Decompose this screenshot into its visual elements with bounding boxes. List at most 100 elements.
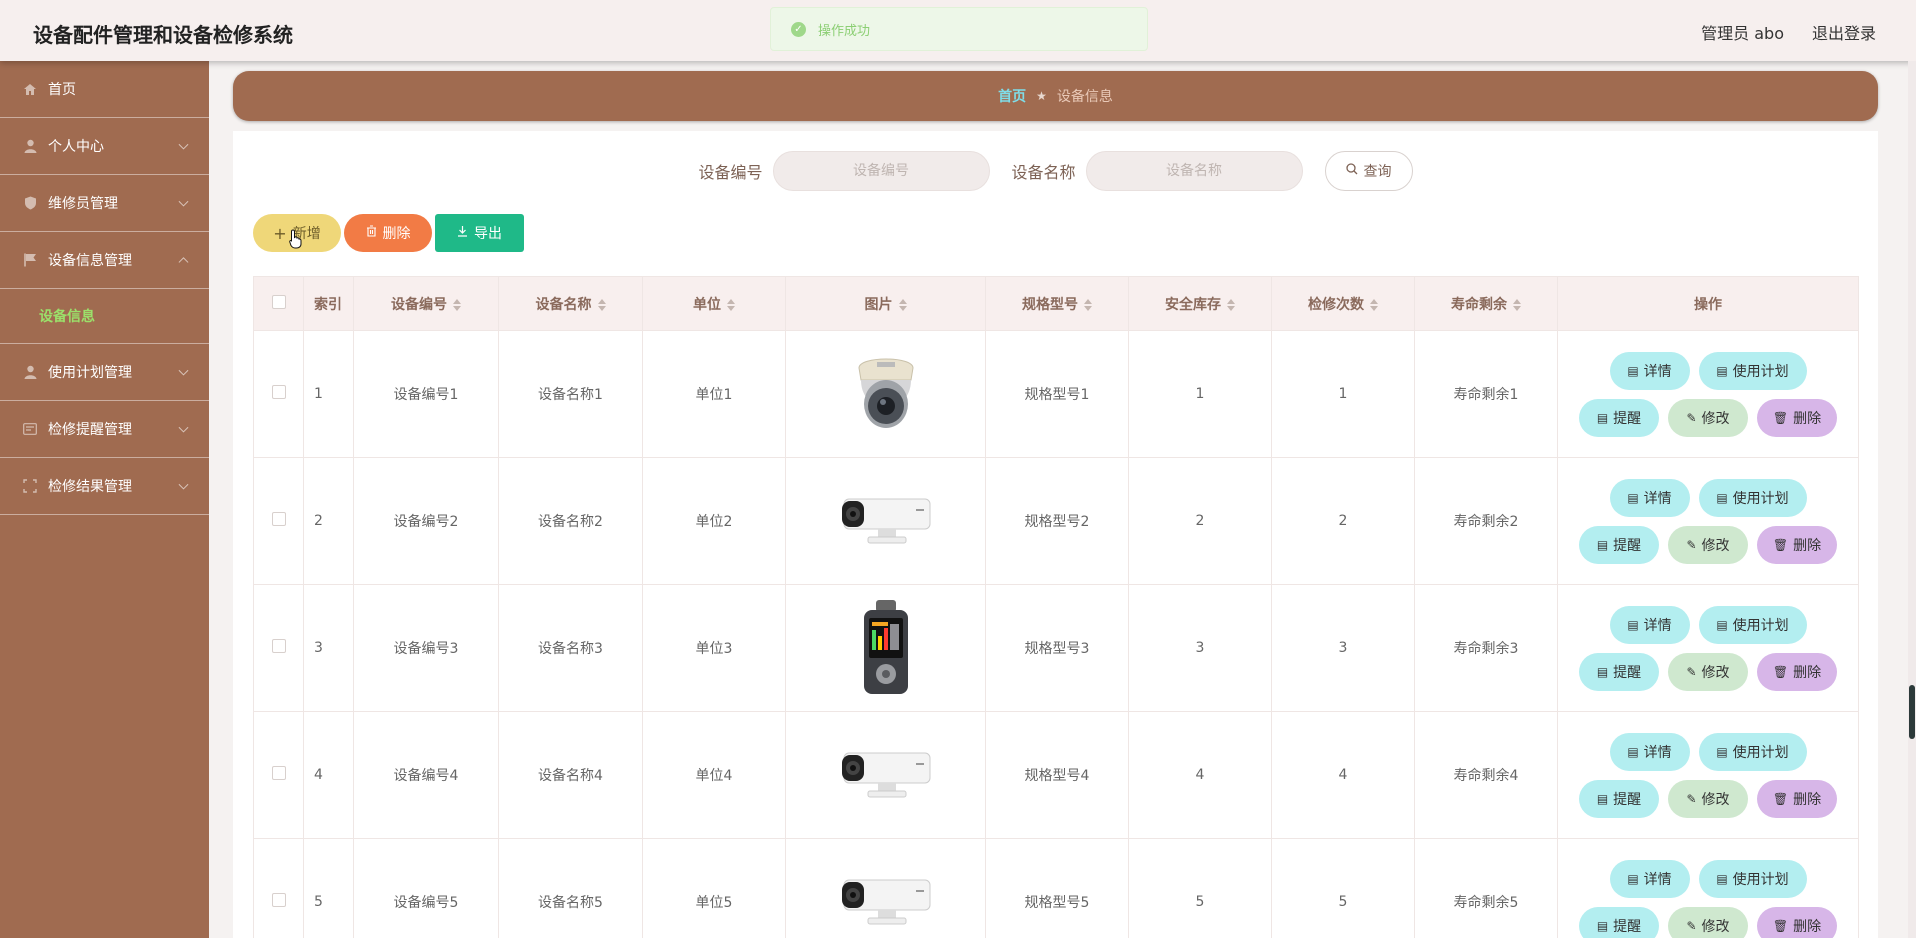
device-image[interactable] (836, 598, 936, 698)
usage-plan-button[interactable]: ▤ 使用计划 (1698, 351, 1807, 390)
row-checkbox[interactable] (271, 766, 286, 780)
chevron-down-icon (178, 422, 189, 433)
header-code[interactable]: 设备编号 (353, 276, 499, 331)
edit-button[interactable]: ✎ 修改 (1668, 906, 1748, 938)
header-name[interactable]: 设备名称 (498, 276, 643, 331)
device-image[interactable] (836, 344, 936, 444)
header-unit[interactable]: 单位 (642, 276, 786, 331)
sort-icon[interactable] (898, 298, 907, 311)
edit-button[interactable]: ✎ 修改 (1668, 779, 1748, 818)
detail-button[interactable]: ▤ 详情 (1609, 605, 1690, 644)
table-row: 1 设备编号1 设备名称1 单位1 规格型号1 1 1 寿命剩余1 ▤ 详情 ▤ 使用计划 ▤ 提醒 ✎ 修改… (253, 330, 1859, 458)
device-name-input[interactable] (1085, 151, 1303, 191)
app-title: 设备配件管理和设备检修系统 (33, 23, 293, 47)
remind-button[interactable]: ▤ 提醒 (1579, 398, 1659, 437)
sidebar-item-repair-reminder[interactable]: 检修提醒管理 (0, 401, 209, 458)
header-model[interactable]: 规格型号 (985, 276, 1129, 331)
select-all-checkbox[interactable] (271, 294, 286, 309)
export-button[interactable]: 导出 (435, 214, 524, 252)
delete-button[interactable]: 🗑 删除 (1757, 779, 1837, 818)
header-repairs[interactable]: 检修次数 (1271, 276, 1415, 331)
page-scrollbar[interactable] (1908, 61, 1916, 938)
sort-icon[interactable] (1513, 298, 1521, 311)
breadcrumb-home[interactable]: 首页 (998, 86, 1026, 106)
usage-plan-button[interactable]: ▤ 使用计划 (1698, 478, 1807, 517)
cell-repairs: 1 (1271, 330, 1415, 458)
logout-link[interactable]: 退出登录 (1812, 20, 1876, 44)
sort-icon[interactable] (1227, 298, 1235, 311)
select-all-cell[interactable] (253, 276, 304, 331)
detail-button[interactable]: ▤ 详情 (1609, 478, 1690, 517)
delete-button[interactable]: 🗑 删除 (1757, 906, 1837, 938)
check-circle-icon: ✓ (791, 21, 806, 37)
add-button[interactable]: + 新增 (253, 214, 341, 252)
sidebar-item-profile[interactable]: 个人中心 (0, 118, 209, 175)
usage-plan-button[interactable]: ▤ 使用计划 (1698, 732, 1807, 771)
cell-image (785, 330, 986, 458)
row-select-cell[interactable] (253, 330, 304, 458)
device-code-input[interactable] (772, 151, 990, 191)
remind-button[interactable]: ▤ 提醒 (1579, 779, 1659, 818)
main-panel: 设备编号 设备名称 查询 + 新增 删除 (233, 131, 1878, 938)
row-checkbox[interactable] (271, 512, 286, 526)
pencil-icon: ✎ (1686, 664, 1697, 679)
table-row: 2 设备编号2 设备名称2 单位2 规格型号2 2 2 寿命剩余2 ▤ 详情 ▤ 使用计划 ▤ 提醒 ✎ 修改… (253, 457, 1859, 585)
edit-button[interactable]: ✎ 修改 (1668, 525, 1748, 564)
edit-button[interactable]: ✎ 修改 (1668, 652, 1748, 691)
header-life[interactable]: 寿命剩余 (1414, 276, 1558, 331)
row-checkbox[interactable] (271, 639, 286, 653)
row-checkbox[interactable] (271, 385, 286, 399)
scrollbar-thumb[interactable] (1909, 685, 1915, 739)
header-image[interactable]: 图片 (785, 276, 986, 331)
user-name: 管理员 abo (1701, 24, 1784, 43)
sort-icon[interactable] (1084, 298, 1092, 311)
cell-actions: ▤ 详情 ▤ 使用计划 ▤ 提醒 ✎ 修改 🗑 删除 (1557, 584, 1859, 712)
cell-actions: ▤ 详情 ▤ 使用计划 ▤ 提醒 ✎ 修改 🗑 删除 (1557, 711, 1859, 839)
row-select-cell[interactable] (253, 457, 304, 585)
row-select-cell[interactable] (253, 711, 304, 839)
cell-unit: 单位4 (642, 711, 786, 839)
sidebar-item-repairman[interactable]: 维修员管理 (0, 175, 209, 232)
chevron-down-icon (178, 365, 189, 376)
remind-button[interactable]: ▤ 提醒 (1579, 525, 1659, 564)
sort-icon[interactable] (727, 298, 735, 311)
card-icon (22, 421, 38, 437)
document-icon: ▤ (1596, 410, 1609, 425)
cell-life: 寿命剩余2 (1414, 457, 1558, 585)
usage-plan-button[interactable]: ▤ 使用计划 (1698, 859, 1807, 898)
sidebar-item-label: 检修结果管理 (48, 479, 132, 495)
row-select-cell[interactable] (253, 584, 304, 712)
row-checkbox[interactable] (271, 893, 286, 907)
sort-icon[interactable] (597, 298, 606, 311)
remind-button[interactable]: ▤ 提醒 (1579, 652, 1659, 691)
sidebar-item-label: 维修员管理 (48, 196, 118, 212)
sidebar-item-home[interactable]: 首页 (0, 61, 209, 118)
batch-delete-button[interactable]: 删除 (344, 214, 432, 252)
detail-button[interactable]: ▤ 详情 (1609, 351, 1690, 390)
delete-button[interactable]: 🗑 删除 (1757, 652, 1837, 691)
chevron-down-icon (178, 139, 189, 150)
sidebar-item-label: 设备信息管理 (48, 253, 132, 269)
sort-icon[interactable] (1370, 298, 1378, 311)
trash-icon: 🗑 (1772, 918, 1789, 933)
header-stock[interactable]: 安全库存 (1128, 276, 1272, 331)
document-icon: ▤ (1627, 617, 1639, 632)
sidebar-item-device-info[interactable]: 设备信息管理 (0, 232, 209, 289)
query-button[interactable]: 查询 (1324, 151, 1413, 191)
delete-button[interactable]: 🗑 删除 (1757, 525, 1837, 564)
sidebar-item-repair-result[interactable]: 检修结果管理 (0, 458, 209, 515)
edit-button[interactable]: ✎ 修改 (1668, 398, 1748, 437)
device-image[interactable] (836, 725, 936, 825)
usage-plan-button[interactable]: ▤ 使用计划 (1698, 605, 1807, 644)
detail-button[interactable]: ▤ 详情 (1609, 859, 1690, 898)
sidebar-subitem-device-info[interactable]: 设备信息 (0, 289, 209, 344)
sort-icon[interactable] (453, 298, 461, 311)
device-image[interactable] (836, 471, 936, 571)
device-image[interactable] (836, 852, 936, 938)
delete-button[interactable]: 🗑 删除 (1757, 398, 1837, 437)
remind-button[interactable]: ▤ 提醒 (1579, 906, 1659, 938)
detail-button[interactable]: ▤ 详情 (1609, 732, 1690, 771)
row-select-cell[interactable] (253, 838, 304, 938)
trash-icon: 🗑 (1772, 791, 1789, 806)
sidebar-item-usage-plan[interactable]: 使用计划管理 (0, 344, 209, 401)
